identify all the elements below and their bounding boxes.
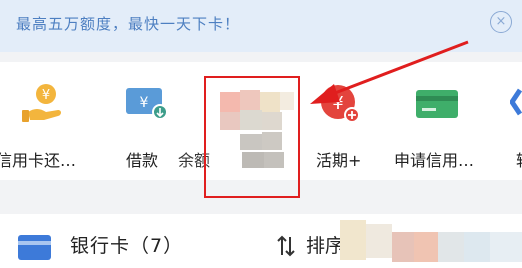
annotation-highlight-box	[204, 76, 300, 198]
sort-arrows-icon[interactable]	[276, 234, 296, 258]
annotation-arrow	[310, 40, 469, 104]
promo-banner-text: 最高五万额度，最快一天下卡！	[16, 15, 241, 33]
bank-card-count-label: 银行卡（7）	[70, 235, 184, 257]
quick-action-label: 信用卡还…	[0, 151, 77, 170]
quick-action-credit-card-repay[interactable]: ¥ 信用卡还…	[0, 62, 100, 180]
quick-action-label: 申请信用…	[394, 151, 475, 170]
quick-action-label: 转	[516, 147, 522, 171]
quick-action-label: 借款	[126, 151, 159, 170]
svg-text:¥: ¥	[42, 88, 50, 103]
bank-card-section[interactable]: 银行卡（7） 排序	[0, 214, 522, 268]
hand-coin-icon: ¥	[22, 84, 61, 122]
close-icon[interactable]: ×	[490, 11, 512, 33]
arrow-icon	[510, 88, 522, 116]
yuan-card-icon: ¥	[126, 88, 168, 120]
quick-action-label: 活期+	[316, 151, 362, 170]
sort-label[interactable]: 排序	[306, 231, 344, 258]
quick-action-transfer[interactable]: 转	[508, 62, 522, 180]
bank-card-icon	[18, 235, 51, 260]
svg-text:¥: ¥	[140, 95, 149, 111]
